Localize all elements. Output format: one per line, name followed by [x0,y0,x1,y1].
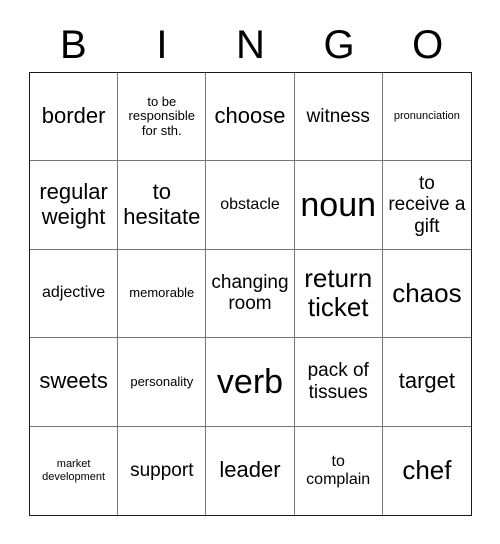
bingo-cell-r3c5[interactable]: chaos [382,250,471,339]
bingo-header-row: B I N G O [29,18,472,72]
bingo-cell-r2c4[interactable]: noun [294,161,383,250]
bingo-cell-label: to hesitate [123,179,201,230]
bingo-cell-label: obstacle [220,196,280,214]
bingo-cell-r1c2[interactable]: to be responsible for sth. [118,73,207,162]
bingo-cell-label: return ticket [304,263,373,323]
bingo-cell-r4c4[interactable]: pack of tissues [294,338,383,427]
bingo-cell-r1c4[interactable]: witness [294,73,383,162]
bingo-cell-r2c2[interactable]: to hesitate [118,161,207,250]
bingo-cell-r5c1[interactable]: market development [30,426,119,515]
bingo-cell-label: memorable [129,285,195,301]
bingo-cell-label: target [398,368,456,394]
bingo-cell-label: adjective [42,284,106,302]
bingo-cell-label: personality [130,373,194,389]
header-letter-o: O [412,23,444,67]
bingo-cell-label: chaos [392,277,462,308]
bingo-cell-r5c2[interactable]: support [118,426,207,515]
bingo-cell-r5c4[interactable]: to complain [295,426,383,515]
bingo-cell-label: witness [306,105,370,127]
bingo-cell-r3c3[interactable]: changing room [206,249,295,339]
bingo-cell-r5c3[interactable]: leader [206,426,295,515]
bingo-cell-r2c1[interactable]: regular weight [30,161,119,250]
header-letter-i: I [156,23,168,67]
bingo-cell-r3c4[interactable]: return ticket [294,249,383,339]
bingo-cell-r1c1[interactable]: border [30,73,119,162]
bingo-cell-r4c5[interactable]: target [382,338,471,427]
bingo-cell-label: market development [42,458,106,483]
bingo-cell-label: choose [214,103,286,129]
bingo-cell-r2c5[interactable]: to receive a gift [382,161,471,250]
bingo-grid: border to be responsible for sth. choose wi… [29,72,472,516]
bingo-cell-r2c3[interactable]: obstacle [206,161,295,250]
bingo-cell-label: border [41,103,106,129]
bingo-cell-label: to be responsible for sth. [128,93,196,139]
header-letter-b: B [59,23,87,67]
bingo-cell-label: pack of tissues [307,360,369,403]
bingo-cell-label: verb [216,362,284,401]
header-letter-n: N [236,23,265,67]
bingo-cell-label: sweets [39,368,108,394]
bingo-cell-r3c2[interactable]: memorable [118,249,207,339]
bingo-cell-r4c2[interactable]: personality [118,338,207,427]
bingo-cell-label: noun [300,185,377,224]
bingo-cell-r5c5[interactable]: chef [383,427,471,515]
bingo-cell-label: leader [219,457,281,483]
bingo-cell-label: changing room [211,272,289,315]
bingo-cell-label: support [130,460,194,482]
header-letter-g: G [323,23,355,67]
bingo-cell-label: pronunciation [393,110,460,123]
bingo-cell-r4c3[interactable]: verb [206,338,295,427]
bingo-cell-r1c3[interactable]: choose [206,73,295,162]
bingo-cell-label: to receive a gift [388,172,466,237]
bingo-cell-label: to complain [306,452,371,488]
bingo-card: B I N G O border to be responsible for st… [0,0,500,544]
bingo-cell-r3c1[interactable]: adjective [30,249,119,339]
bingo-cell-r4c1[interactable]: sweets [30,338,119,427]
bingo-cell-label: regular weight [39,179,108,230]
bingo-cell-r1c5[interactable]: pronunciation [382,73,471,162]
bingo-cell-label: chef [402,455,452,486]
